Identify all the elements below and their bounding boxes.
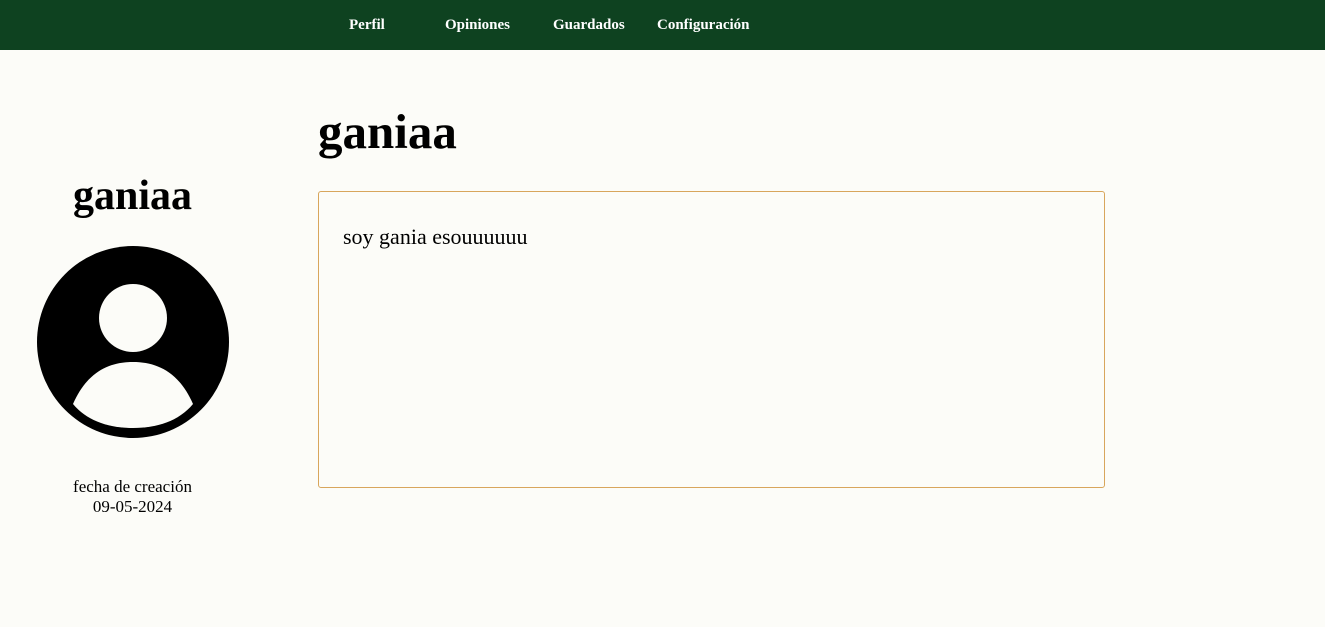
nav-item-guardados[interactable]: Guardados	[553, 0, 625, 50]
creation-date-block: fecha de creación 09-05-2024	[0, 477, 265, 517]
nav-item-configuracion[interactable]: Configuración	[657, 0, 750, 50]
bio-text: soy gania esouuuuuu	[343, 224, 528, 249]
top-navigation-bar: Perfil Opiniones Guardados Configuración	[0, 0, 1325, 50]
creation-date-value: 09-05-2024	[92, 497, 173, 516]
bio-box: soy gania esouuuuuu	[318, 191, 1105, 488]
page-title-username: ganiaa	[318, 104, 457, 159]
nav-item-opiniones[interactable]: Opiniones	[445, 0, 510, 50]
sidebar-username: ganiaa	[72, 173, 193, 219]
creation-date-label: fecha de creación	[73, 477, 192, 496]
user-avatar-icon	[37, 246, 229, 438]
nav-item-perfil[interactable]: Perfil	[349, 0, 385, 50]
